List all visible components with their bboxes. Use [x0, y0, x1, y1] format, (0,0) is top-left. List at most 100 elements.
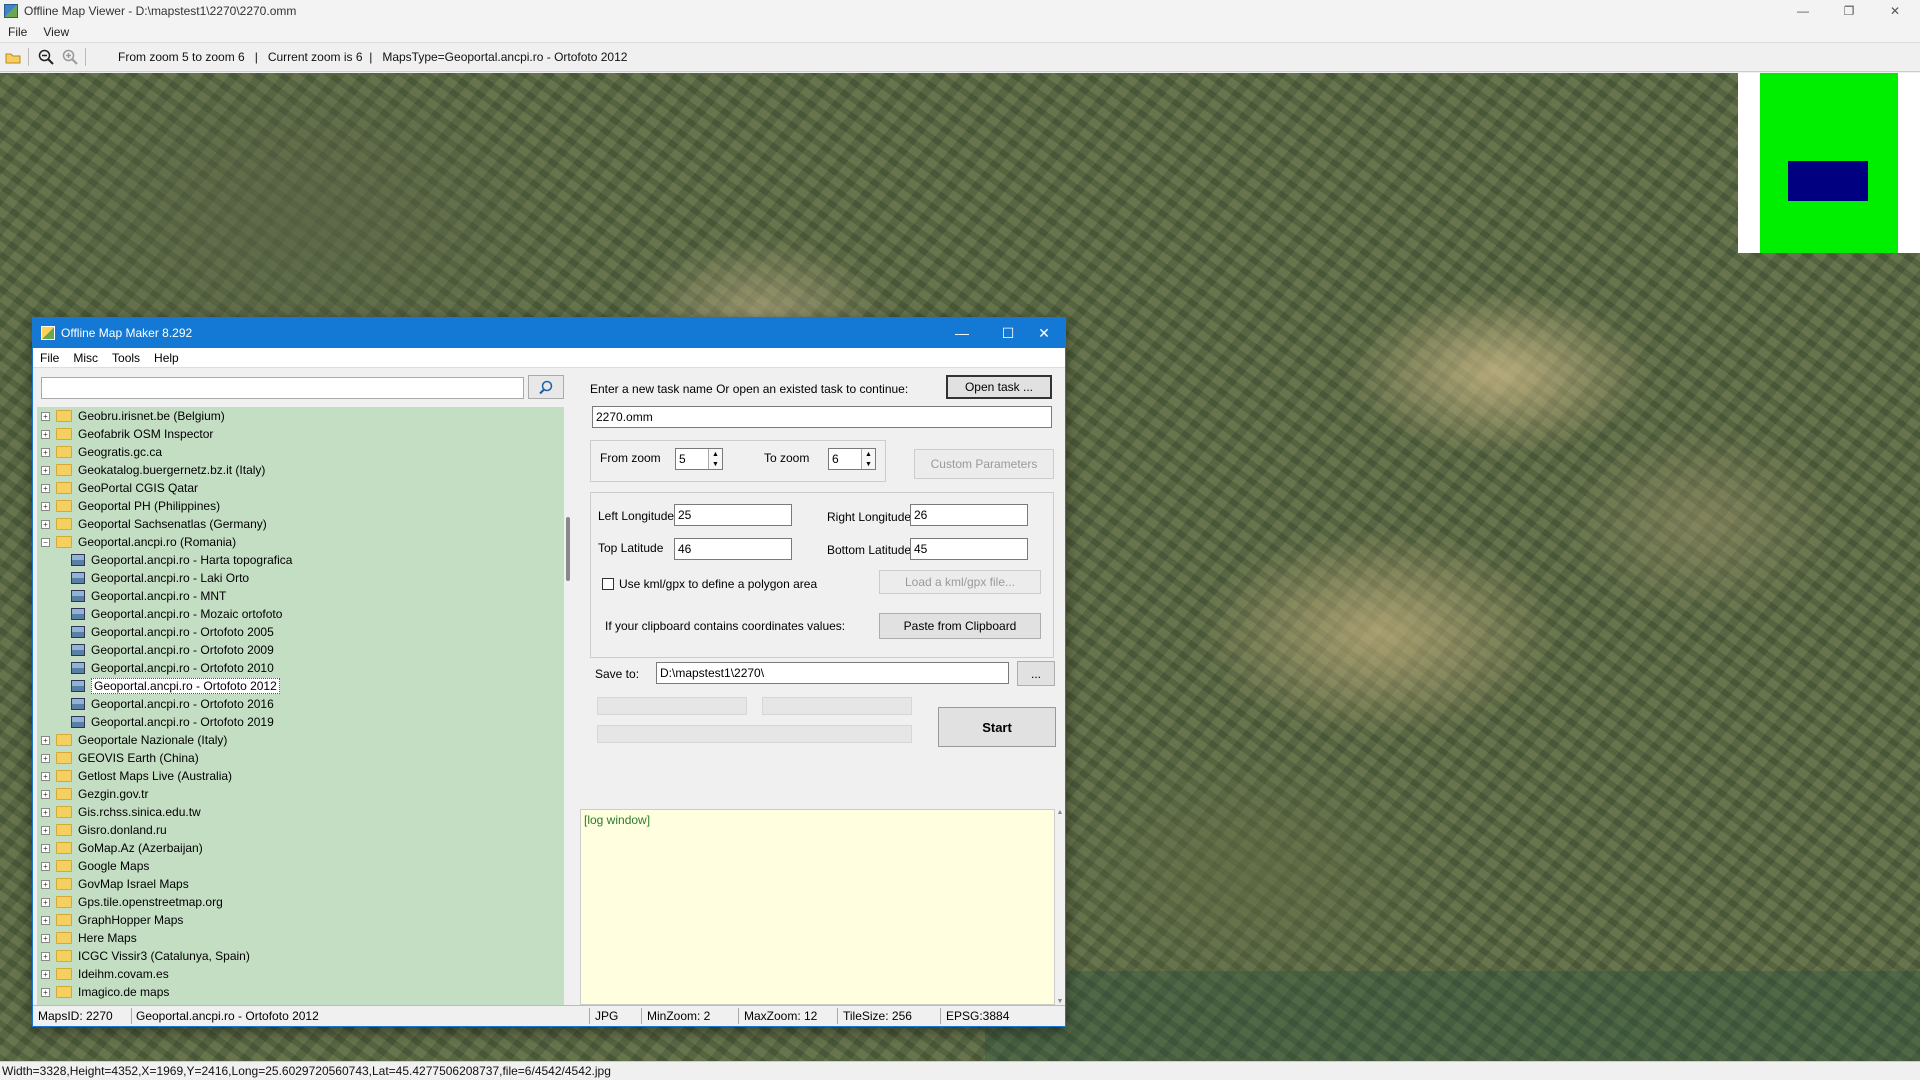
tree-folder-item[interactable]: + GEOVIS Earth (China): [37, 749, 564, 767]
expand-icon[interactable]: +: [41, 429, 50, 439]
tree-folder-item[interactable]: + Geoportal Sachsenatlas (Germany): [37, 515, 564, 533]
tree-map-item[interactable]: Geoportal.ancpi.ro - MNT: [37, 587, 564, 605]
tree-folder-item[interactable]: + Imagico.de maps: [37, 983, 564, 1001]
search-input[interactable]: [41, 377, 524, 399]
expand-icon[interactable]: +: [41, 447, 50, 457]
tree-map-item[interactable]: Geoportal.ancpi.ro - Laki Orto: [37, 569, 564, 587]
expand-icon[interactable]: +: [41, 879, 50, 889]
top-latitude-field[interactable]: 46: [674, 538, 792, 560]
kml-checkbox[interactable]: [602, 578, 614, 590]
collapse-icon[interactable]: −: [41, 537, 50, 547]
open-folder-icon[interactable]: [2, 46, 24, 68]
tree-folder-item[interactable]: + Geoportal PH (Philippines): [37, 497, 564, 515]
dialog-menu-misc[interactable]: Misc: [66, 351, 105, 365]
expand-icon[interactable]: +: [41, 987, 50, 997]
dialog-menu-file[interactable]: File: [33, 351, 66, 365]
tree-folder-item[interactable]: + Geogratis.gc.ca: [37, 443, 564, 461]
expand-icon[interactable]: +: [41, 735, 50, 745]
tree-map-item[interactable]: Geoportal.ancpi.ro - Ortofoto 2009: [37, 641, 564, 659]
tree-folder-item[interactable]: + Geokatalog.buergernetz.bz.it (Italy): [37, 461, 564, 479]
tree-folder-item[interactable]: + GeoPortal CGIS Qatar: [37, 479, 564, 497]
tree-folder-item[interactable]: + Geoportale Nazionale (Italy): [37, 731, 564, 749]
expand-icon[interactable]: +: [41, 969, 50, 979]
tree-map-item[interactable]: Geoportal.ancpi.ro - Ortofoto 2005: [37, 623, 564, 641]
from-zoom-stepper[interactable]: 5 ▲ ▼: [675, 448, 723, 470]
tree-folder-item[interactable]: + Geofabrik OSM Inspector: [37, 425, 564, 443]
tree-scrollbar-thumb[interactable]: [566, 517, 570, 581]
bottom-latitude-field[interactable]: 45: [910, 538, 1028, 560]
scroll-up-icon[interactable]: ▲: [1055, 809, 1065, 816]
minimize-button[interactable]: —: [1780, 0, 1826, 22]
task-name-input[interactable]: 2270.omm: [592, 406, 1052, 428]
tree-map-item[interactable]: Geoportal.ancpi.ro - Ortofoto 2010: [37, 659, 564, 677]
load-kml-button[interactable]: Load a kml/gpx file...: [879, 570, 1041, 594]
tree-folder-item[interactable]: + Geobru.irisnet.be (Belgium): [37, 407, 564, 425]
zoom-in-icon[interactable]: [59, 46, 81, 68]
expand-icon[interactable]: +: [41, 483, 50, 493]
expand-icon[interactable]: +: [41, 861, 50, 871]
search-button[interactable]: [528, 375, 564, 399]
tree-item-label: Getlost Maps Live (Australia): [78, 769, 233, 783]
menu-file[interactable]: File: [0, 25, 35, 39]
right-longitude-field[interactable]: 26: [910, 504, 1028, 526]
open-task-button[interactable]: Open task ...: [946, 375, 1052, 399]
expand-icon[interactable]: +: [41, 807, 50, 817]
start-button[interactable]: Start: [938, 707, 1056, 747]
tree-folder-item[interactable]: − Geoportal.ancpi.ro (Romania): [37, 533, 564, 551]
close-button[interactable]: ✕: [1872, 0, 1918, 22]
tree-folder-item[interactable]: + Ideihm.covam.es: [37, 965, 564, 983]
tree-map-item[interactable]: Geoportal.ancpi.ro - Mozaic ortofoto: [37, 605, 564, 623]
expand-icon[interactable]: +: [41, 465, 50, 475]
expand-icon[interactable]: +: [41, 933, 50, 943]
tree-folder-item[interactable]: + GoMap.Az (Azerbaijan): [37, 839, 564, 857]
custom-parameters-button[interactable]: Custom Parameters: [914, 449, 1054, 479]
tree-folder-item[interactable]: + Google Maps: [37, 857, 564, 875]
expand-icon[interactable]: +: [41, 753, 50, 763]
tree-folder-item[interactable]: + Here Maps: [37, 929, 564, 947]
expand-icon[interactable]: +: [41, 897, 50, 907]
tree-folder-item[interactable]: + ICGC Vissir3 (Catalunya, Spain): [37, 947, 564, 965]
expand-icon[interactable]: +: [41, 519, 50, 529]
expand-icon[interactable]: +: [41, 825, 50, 835]
tree-folder-item[interactable]: + GraphHopper Maps: [37, 911, 564, 929]
browse-button[interactable]: ...: [1017, 661, 1055, 686]
to-zoom-stepper[interactable]: 6 ▲ ▼: [828, 448, 876, 470]
expand-icon[interactable]: +: [41, 915, 50, 925]
expand-icon[interactable]: +: [41, 789, 50, 799]
minimap-viewport[interactable]: [1788, 161, 1868, 201]
status-epsg: EPSG:3884: [946, 1009, 1010, 1023]
left-longitude-field[interactable]: 25: [674, 504, 792, 526]
expand-icon[interactable]: +: [41, 411, 50, 421]
tree-folder-item[interactable]: + Gis.rchss.sinica.edu.tw: [37, 803, 564, 821]
tree-map-item[interactable]: Geoportal.ancpi.ro - Ortofoto 2019: [37, 713, 564, 731]
dialog-minimize-button[interactable]: —: [939, 318, 985, 348]
expand-icon[interactable]: +: [41, 843, 50, 853]
tree-scrollbar[interactable]: [564, 407, 573, 1005]
dialog-menu-tools[interactable]: Tools: [105, 351, 147, 365]
to-zoom-spin-icon[interactable]: ▲ ▼: [861, 449, 875, 469]
save-path-field[interactable]: D:\mapstest1\2270\: [656, 662, 1009, 684]
tree-folder-item[interactable]: + Gps.tile.openstreetmap.org: [37, 893, 564, 911]
tree-folder-item[interactable]: + GovMap Israel Maps: [37, 875, 564, 893]
tree-map-item[interactable]: Geoportal.ancpi.ro - Ortofoto 2012: [37, 677, 564, 695]
menu-view[interactable]: View: [35, 25, 77, 39]
dialog-menu-help[interactable]: Help: [147, 351, 186, 365]
minimap[interactable]: [1738, 73, 1920, 253]
restore-button[interactable]: ❐: [1826, 0, 1872, 22]
maps-tree[interactable]: + Geobru.irisnet.be (Belgium) + Geofabrik O…: [37, 407, 564, 1005]
paste-clipboard-button[interactable]: Paste from Clipboard: [879, 613, 1041, 639]
tree-map-item[interactable]: Geoportal.ancpi.ro - Ortofoto 2016: [37, 695, 564, 713]
zoom-out-icon[interactable]: [35, 46, 57, 68]
tree-folder-item[interactable]: + Gisro.donland.ru: [37, 821, 564, 839]
dialog-close-button[interactable]: ✕: [1021, 318, 1067, 348]
expand-icon[interactable]: +: [41, 771, 50, 781]
log-scrollbar[interactable]: ▲ ▼: [1055, 809, 1065, 1005]
expand-icon[interactable]: +: [41, 501, 50, 511]
tree-map-item[interactable]: Geoportal.ancpi.ro - Harta topografica: [37, 551, 564, 569]
scroll-down-icon[interactable]: ▼: [1055, 998, 1065, 1005]
tree-folder-item[interactable]: + Getlost Maps Live (Australia): [37, 767, 564, 785]
tree-folder-item[interactable]: + Gezgin.gov.tr: [37, 785, 564, 803]
from-zoom-spin-icon[interactable]: ▲ ▼: [708, 449, 722, 469]
expand-icon[interactable]: +: [41, 951, 50, 961]
log-window[interactable]: [log window]: [580, 809, 1055, 1005]
